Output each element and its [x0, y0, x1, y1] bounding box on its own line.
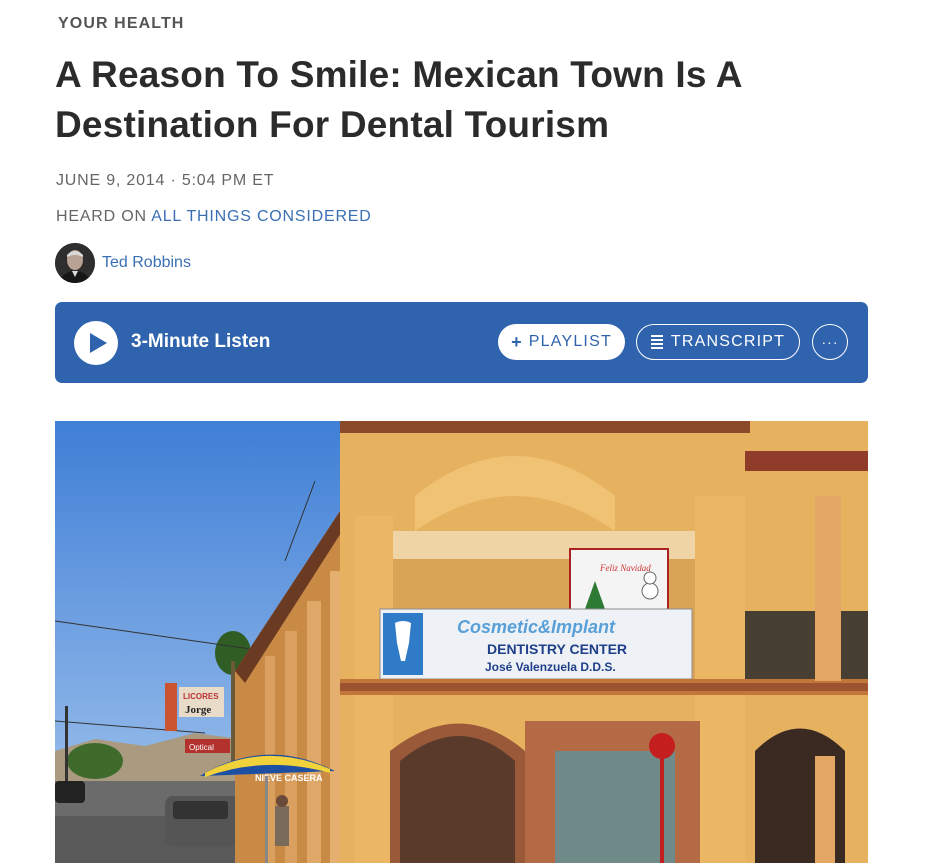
author-link[interactable]: Ted Robbins: [102, 254, 191, 272]
add-to-playlist-button[interactable]: + PLAYLIST: [498, 324, 625, 360]
byline: Ted Robbins: [55, 243, 191, 283]
play-icon: [90, 333, 107, 353]
sign-dentist: José Valenzuela D.D.S.: [485, 660, 616, 674]
program-link[interactable]: ALL THINGS CONSIDERED: [151, 208, 371, 225]
sign-dentistry: DENTISTRY CENTER: [487, 641, 627, 657]
playlist-label: PLAYLIST: [528, 333, 612, 350]
licores-sign: LICORES: [183, 692, 219, 701]
audio-player: 3-Minute Listen + PLAYLIST TRANSCRIPT ··…: [55, 302, 868, 383]
article-photo[interactable]: LICORES Jorge Optical NIEVE CASERA Feliz…: [55, 421, 868, 863]
ellipsis-icon: ···: [821, 334, 839, 350]
heard-on-prefix: HEARD ON: [56, 208, 147, 225]
section-label[interactable]: YOUR HEALTH: [58, 15, 184, 33]
article-title: A Reason To Smile: Mexican Town Is A Des…: [55, 54, 742, 145]
heard-on: HEARD ON ALL THINGS CONSIDERED: [56, 208, 372, 226]
feliz-navidad-sign: Feliz Navidad: [599, 563, 651, 573]
transcript-label: TRANSCRIPT: [670, 333, 786, 350]
transcript-button[interactable]: TRANSCRIPT: [636, 324, 800, 360]
more-options-button[interactable]: ···: [812, 324, 848, 360]
jorge-sign: Jorge: [185, 704, 211, 716]
list-icon: [650, 333, 663, 352]
listen-duration: 3-Minute Listen: [131, 331, 271, 352]
sign-cosmetic: Cosmetic&Implant: [457, 617, 616, 637]
dental-clinic-photo: LICORES Jorge Optical NIEVE CASERA Feliz…: [55, 421, 868, 863]
dateline: JUNE 9, 2014 · 5:04 PM ET: [56, 172, 275, 189]
play-button[interactable]: [74, 321, 118, 365]
optical-sign: Optical: [189, 743, 214, 752]
author-avatar[interactable]: [55, 243, 95, 283]
plus-icon: +: [511, 331, 523, 352]
